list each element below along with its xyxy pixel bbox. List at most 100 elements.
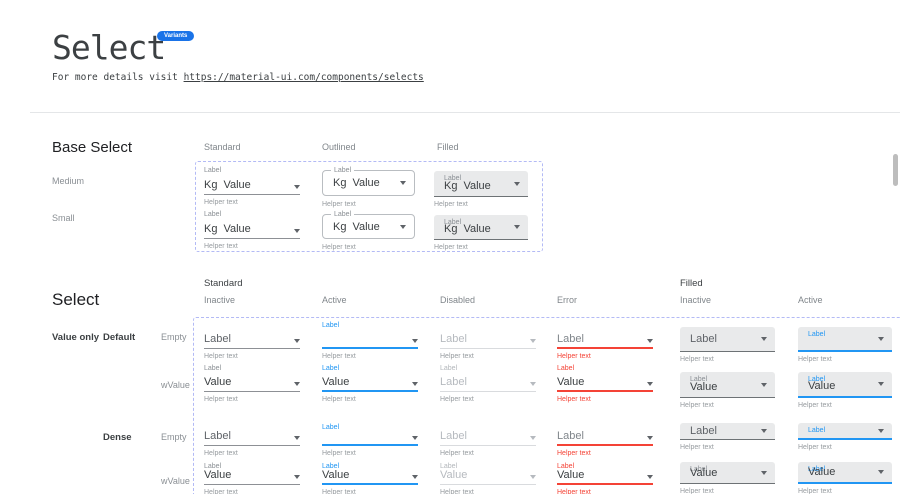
dropdown-arrow-icon — [294, 382, 300, 386]
select-field-filled-inactive[interactable]: LabelKgValueHelper text — [434, 171, 528, 209]
select-value: Value — [557, 469, 584, 481]
helper-text: Helper text — [798, 487, 892, 494]
dropdown-arrow-icon — [294, 475, 300, 479]
select-field-standard-inactive[interactable]: LabelValueHelper text — [204, 364, 300, 404]
select-value-row — [322, 433, 418, 446]
material-ui-link[interactable]: https://material-ui.com/components/selec… — [184, 72, 424, 83]
select-field-standard-inactive[interactable]: LabelKgValueHelper text — [204, 166, 300, 207]
select-heading: Select — [52, 290, 99, 310]
dropdown-arrow-icon — [514, 225, 520, 229]
select-value-row: KgValue — [204, 222, 300, 239]
select-filled-box: Label — [680, 423, 775, 440]
select-field-filled-inactive[interactable]: LabelValueHelper text — [680, 462, 775, 494]
select-field-standard-active[interactable]: LabelValueHelper text — [322, 364, 418, 404]
select-value-row: Label — [204, 433, 300, 446]
dropdown-arrow-icon — [647, 436, 653, 440]
select-value: Label — [440, 376, 467, 388]
helper-text: Helper text — [557, 395, 653, 404]
select-floating-label: Label — [557, 364, 653, 376]
select-value: Label — [557, 430, 584, 442]
select-field-standard-inactive[interactable]: LabelHelper text — [204, 321, 300, 361]
select-field-standard-active[interactable]: Label Helper text — [322, 423, 418, 458]
helper-text: Helper text — [440, 352, 536, 361]
dropdown-arrow-icon — [412, 382, 418, 386]
select-filled-box: LabelValue — [798, 462, 892, 484]
dropdown-arrow-icon — [530, 382, 536, 386]
select-field-standard-disabled[interactable]: LabelHelper text — [440, 321, 536, 361]
select-filled-box: Label — [680, 327, 775, 352]
select-field-outlined[interactable]: LabelKgValueHelper text — [322, 170, 415, 209]
dropdown-arrow-icon — [878, 337, 884, 341]
select-field-filled-inactive[interactable]: LabelValueHelper text — [680, 372, 775, 410]
dropdown-arrow-icon — [294, 339, 300, 343]
select-field-standard-disabled[interactable]: LabelLabelHelper text — [440, 364, 536, 404]
select-prefix: Kg — [333, 221, 346, 233]
density-default: Default — [103, 332, 135, 343]
helper-text: Helper text — [204, 242, 300, 251]
select-field-standard-inactive[interactable]: LabelKgValue Helper text — [204, 210, 300, 251]
select-value-row: Value — [322, 376, 418, 392]
page-title: Select — [52, 28, 165, 67]
helper-text: Helper text — [434, 200, 528, 209]
select-field-standard-error[interactable]: LabelHelper text — [557, 423, 653, 458]
subtitle: For more details visit https://material-… — [52, 72, 424, 83]
select-value: Value — [690, 381, 717, 393]
helper-text: Helper text — [798, 401, 892, 410]
select-field-standard-error[interactable]: LabelHelper text — [557, 321, 653, 361]
helper-text: Helper text — [322, 243, 415, 252]
select-field-standard-error[interactable]: LabelValue Helper text — [557, 364, 653, 404]
select-floating-label: Label — [204, 210, 300, 222]
header-divider — [30, 112, 900, 113]
select-value: Label — [557, 333, 584, 345]
select-prefix: Kg — [204, 223, 217, 235]
dropdown-arrow-icon — [412, 436, 418, 440]
select-field-filled-inactive[interactable]: LabelHelper text — [680, 327, 775, 364]
helper-text: Helper text — [440, 395, 536, 404]
row-empty-dense: Empty — [161, 432, 187, 442]
select-filled-box: Label — [798, 423, 892, 440]
select-floating-label: Label — [808, 426, 825, 435]
select-field-filled-inactive[interactable]: LabelHelper text — [680, 423, 775, 452]
dropdown-arrow-icon — [530, 436, 536, 440]
select-filled-box: LabelValue — [680, 462, 775, 484]
select-field-standard-inactive[interactable]: LabelValueHelper text — [204, 462, 300, 494]
select-field-filled-active[interactable]: Label Helper text — [798, 327, 892, 364]
dropdown-arrow-icon — [294, 229, 300, 233]
page: Select Variants For more details visit h… — [0, 0, 900, 494]
select-field-filled-active[interactable]: LabelValue Helper text — [798, 462, 892, 494]
select-value: Value — [204, 469, 231, 481]
select-floating-label: Label — [331, 210, 354, 219]
helper-text: Helper text — [204, 395, 300, 404]
select-prefix: Kg — [444, 223, 457, 235]
dropdown-arrow-icon — [761, 383, 767, 387]
variants-badge: Variants — [157, 31, 194, 41]
select-field-standard-active[interactable]: Label Helper text — [322, 321, 418, 361]
dropdown-arrow-icon — [647, 339, 653, 343]
scrollbar-thumb[interactable] — [893, 154, 898, 186]
select-value: Value — [557, 376, 584, 388]
helper-text: Helper text — [798, 355, 892, 364]
select-value: Label — [690, 333, 717, 345]
select-field-standard-disabled[interactable]: LabelValueHelper text — [440, 462, 536, 494]
select-outlined-box: LabelKgValue — [322, 170, 415, 196]
select-field-filled-inactive[interactable]: LabelKgValueHelper text — [434, 215, 528, 252]
select-floating-label: Label — [204, 166, 300, 178]
select-field-standard-disabled[interactable]: Label Helper text — [440, 423, 536, 458]
base-col-standard: Standard — [204, 142, 241, 152]
select-field-filled-active[interactable]: LabelValueHelper text — [798, 372, 892, 410]
select-floating-label: Label — [808, 330, 825, 339]
select-field-standard-active[interactable]: LabelValueHelper text — [322, 462, 418, 494]
helper-text: Helper text — [322, 449, 418, 458]
select-field-standard-error[interactable]: LabelValueHelper text — [557, 462, 653, 494]
helper-text: Helper text — [204, 488, 300, 494]
select-value: Value — [440, 469, 467, 481]
helper-text: Helper text — [440, 449, 536, 458]
row-wvalue-dense: wValue — [161, 476, 190, 486]
select-field-filled-active[interactable]: LabelHelper text — [798, 423, 892, 452]
helper-text: Helper text — [204, 198, 300, 207]
row-group-value-only: Value only — [52, 332, 99, 343]
select-field-outlined[interactable]: LabelKgValueHelper text — [322, 214, 415, 252]
select-value-row: Label — [440, 433, 536, 446]
select-field-standard-inactive[interactable]: LabelHelper text — [204, 423, 300, 458]
select-value-row: Label — [440, 376, 536, 392]
